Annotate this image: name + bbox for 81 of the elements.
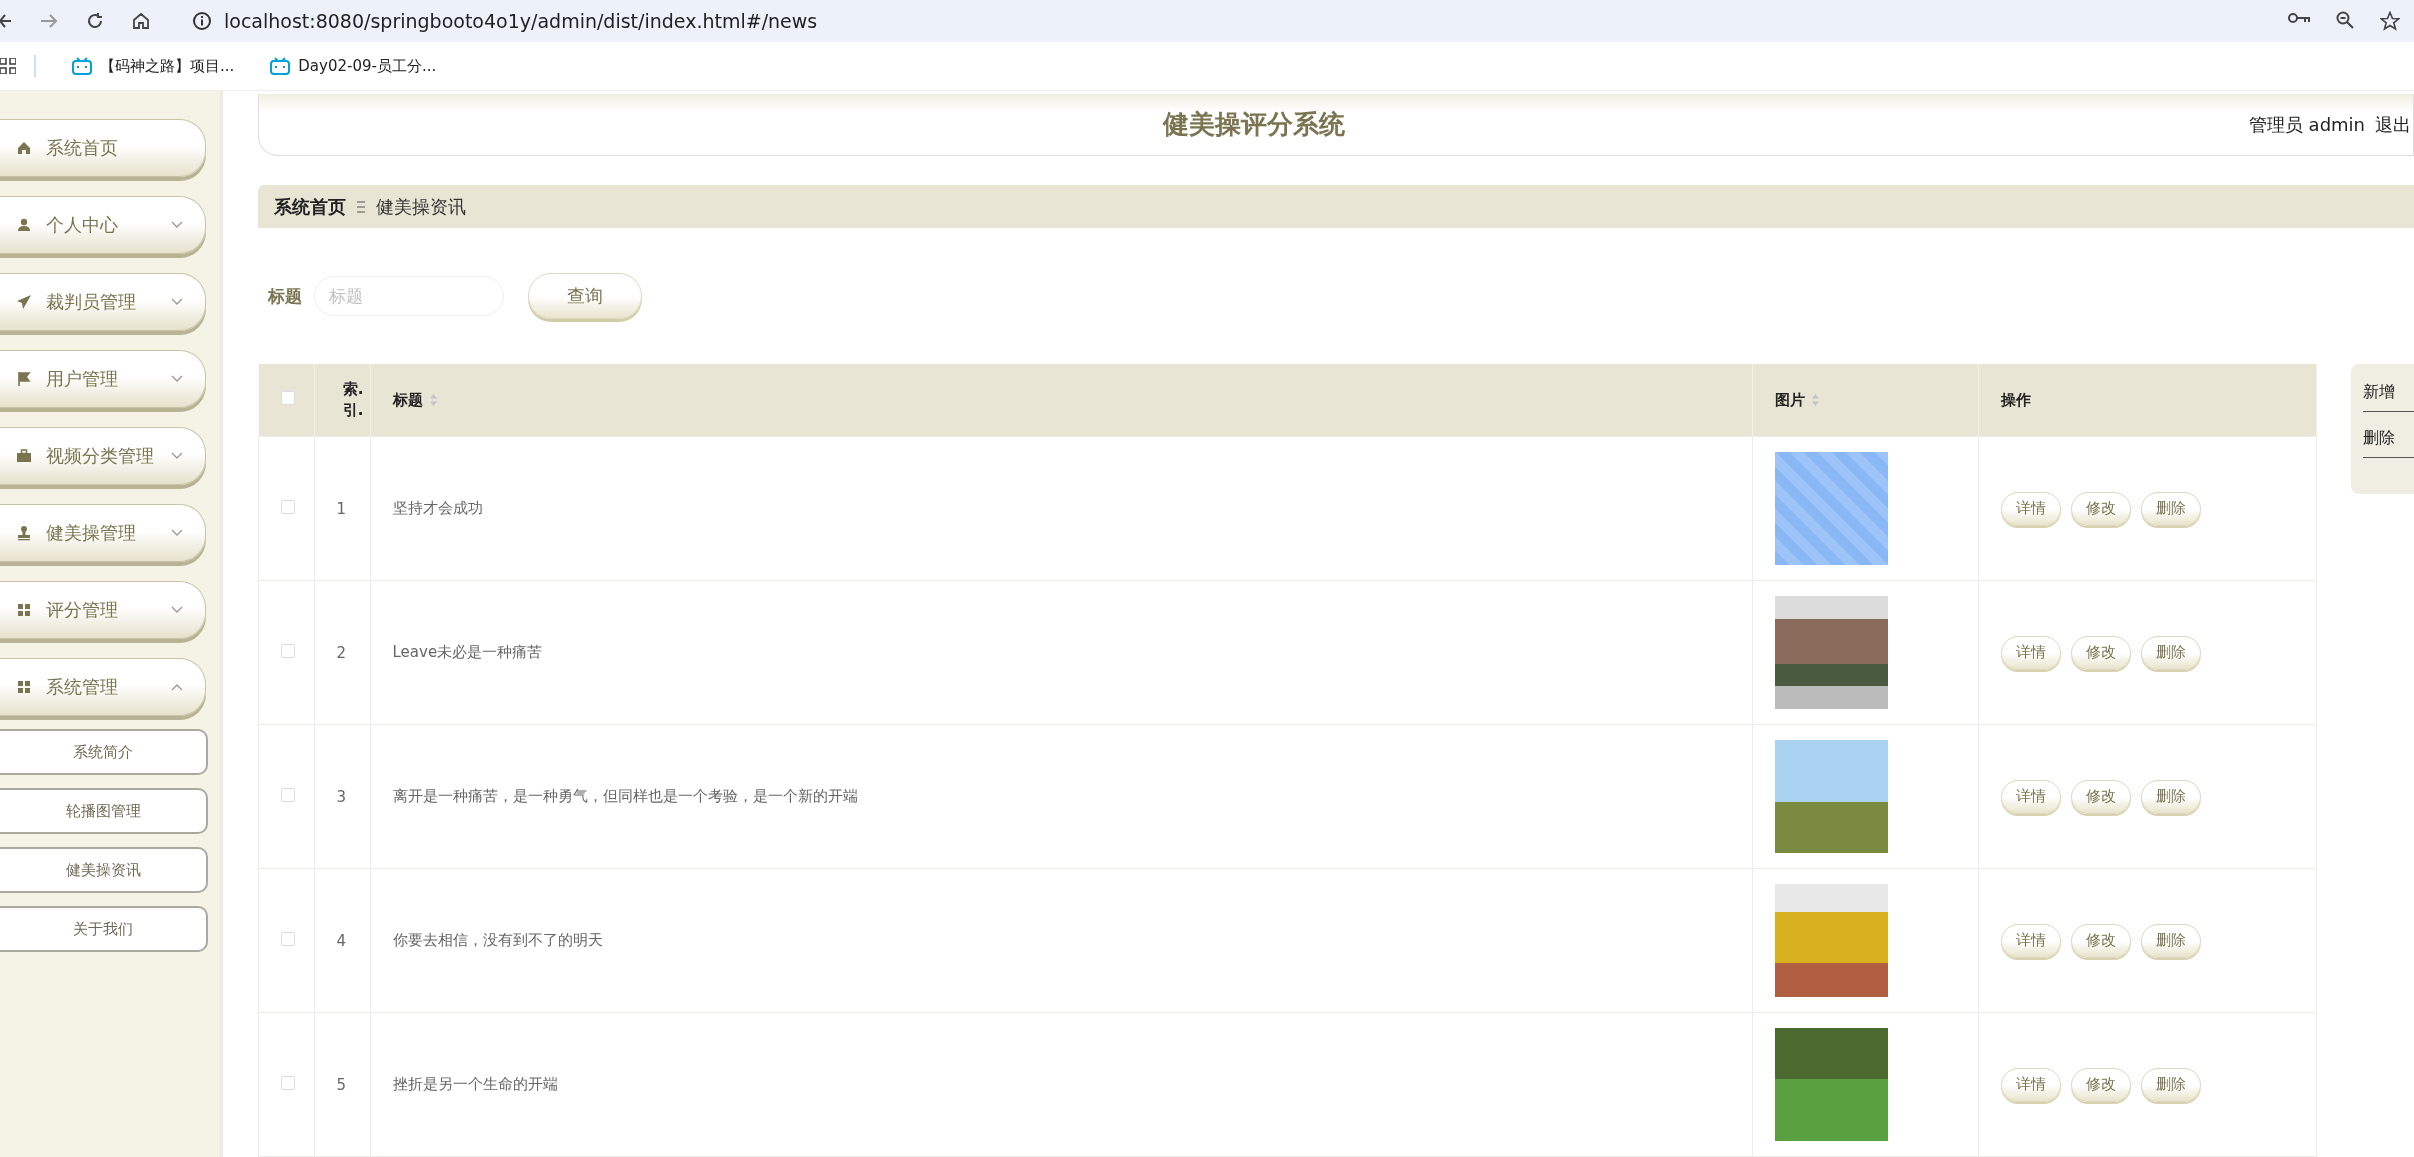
apps-grid-icon[interactable] [0, 58, 16, 74]
breadcrumb-item: 健美操资讯 [376, 194, 466, 219]
back-icon[interactable] [0, 12, 12, 30]
key-icon[interactable] [2288, 11, 2310, 25]
star-icon[interactable] [2380, 11, 2400, 31]
sort-icon[interactable] [1811, 393, 1820, 407]
chevron-icon [171, 221, 183, 229]
delete-button[interactable]: 删除 [2141, 635, 2201, 670]
detail-button[interactable]: 详情 [2001, 635, 2061, 670]
row-checkbox[interactable] [281, 643, 295, 658]
edit-button[interactable]: 修改 [2071, 635, 2131, 670]
chevron-icon [171, 606, 183, 614]
column-header[interactable]: 标题 [392, 390, 423, 409]
delete-button[interactable]: 删除 [2141, 923, 2201, 958]
column-header: 操作 [2001, 390, 2031, 409]
detail-button[interactable]: 详情 [2001, 491, 2061, 526]
row-checkbox[interactable] [281, 1075, 295, 1090]
query-button[interactable]: 查询 [528, 273, 642, 319]
submenu-item[interactable]: 轮播图管理 [0, 788, 208, 834]
delete-button[interactable]: 删除 [2141, 779, 2201, 814]
news-title: Leave未必是一种痛苦 [392, 643, 543, 661]
grid-icon [16, 602, 32, 618]
news-title: 你要去相信，没有到不了的明天 [392, 931, 603, 949]
row-checkbox[interactable] [281, 931, 295, 946]
detail-button[interactable]: 详情 [2001, 779, 2061, 814]
row-checkbox[interactable] [281, 787, 295, 802]
logout-link[interactable]: 退出 [2375, 112, 2411, 137]
home-icon[interactable] [132, 12, 150, 30]
grid-icon [16, 679, 32, 695]
row-index: 5 [336, 1075, 347, 1094]
submenu-item[interactable]: 健美操资讯 [0, 847, 208, 893]
delete-button[interactable]: 删除 [2141, 491, 2201, 526]
stamp-icon [16, 525, 32, 541]
chevron-icon [171, 529, 183, 537]
add-button[interactable]: 新增 [2363, 374, 2414, 412]
edit-button[interactable]: 修改 [2071, 779, 2131, 814]
user-icon [16, 217, 32, 233]
edit-button[interactable]: 修改 [2071, 491, 2131, 526]
flag-icon [16, 371, 32, 387]
news-title: 挫折是另一个生命的开端 [392, 1075, 558, 1093]
url-text: localhost:8080/springbooto4o1y/admin/dist/index.html#/news [224, 10, 818, 32]
separator-icon [356, 200, 366, 213]
bookmark[interactable]: 【码神之路】项目... [72, 56, 235, 76]
column-header[interactable]: 图片 [1775, 390, 1805, 409]
user-label: 管理员 admin [2248, 112, 2365, 137]
detail-button[interactable]: 详情 [2001, 923, 2061, 958]
column-header: 索.引. [341, 379, 365, 421]
home-icon [16, 140, 32, 156]
row-checkbox[interactable] [281, 499, 295, 514]
edit-button[interactable]: 修改 [2071, 923, 2131, 958]
forward-icon[interactable] [40, 12, 58, 30]
briefcase-icon [16, 448, 32, 464]
detail-button[interactable]: 详情 [2001, 1067, 2061, 1102]
batch-delete-button[interactable]: 删除 [2363, 420, 2414, 458]
row-index: 4 [336, 931, 347, 950]
row-index: 1 [336, 499, 347, 518]
delete-button[interactable]: 删除 [2141, 1067, 2201, 1102]
tv-icon [72, 57, 92, 75]
edit-button[interactable]: 修改 [2071, 1067, 2131, 1102]
app-title: 健美操评分系统 [1161, 108, 1346, 142]
zoom-out-icon[interactable] [2336, 11, 2354, 29]
chevron-icon [171, 452, 183, 460]
select-all-checkbox[interactable] [280, 391, 295, 405]
title-search-field[interactable]: 标题 [314, 276, 504, 316]
info-icon[interactable] [192, 11, 212, 31]
submenu-item[interactable]: 系统简介 [0, 729, 208, 775]
chevron-icon [171, 683, 183, 691]
row-index: 3 [336, 787, 347, 806]
submenu-item[interactable]: 关于我们 [0, 906, 208, 952]
tv-icon [270, 57, 291, 75]
bookmark[interactable]: Day02-09-员工分... [270, 56, 437, 76]
reload-icon[interactable] [86, 12, 104, 30]
row-index: 2 [336, 643, 347, 662]
news-title: 坚持才会成功 [392, 499, 483, 517]
breadcrumb-item[interactable]: 系统首页 [274, 194, 346, 219]
search-label: 标题 [268, 284, 302, 308]
sort-icon[interactable] [428, 393, 438, 407]
chevron-icon [171, 298, 183, 306]
chevron-icon [171, 375, 183, 383]
news-title: 离开是一种痛苦，是一种勇气，但同样也是一个考验，是一个新的开端 [392, 787, 858, 805]
plane-icon [16, 294, 32, 310]
